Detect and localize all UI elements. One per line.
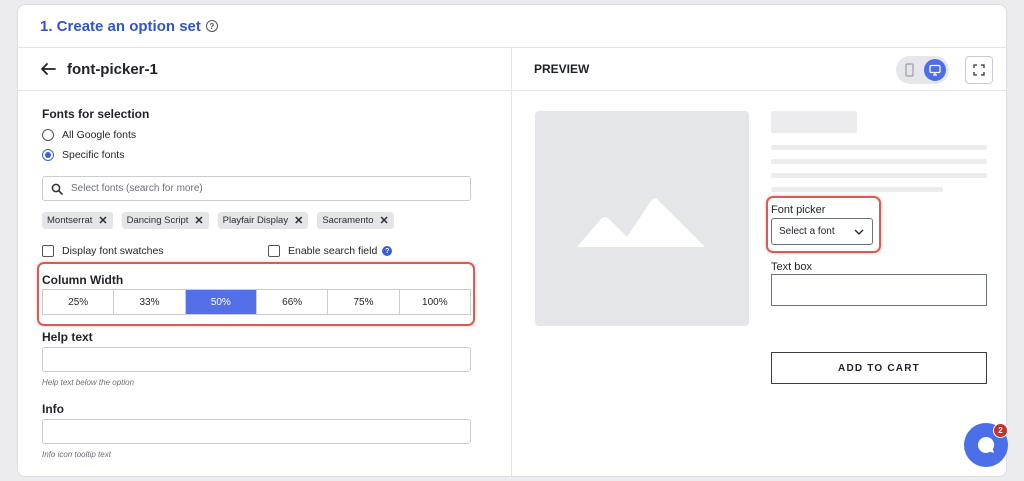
add-to-cart-button[interactable]: ADD TO CART xyxy=(771,352,987,384)
column-width-label: Column Width xyxy=(42,273,124,287)
font-chip: Playfair Display ✕ xyxy=(217,212,309,229)
info-input[interactable] xyxy=(42,419,471,444)
checkbox[interactable] xyxy=(268,245,280,257)
preview-title: PREVIEW xyxy=(534,62,590,76)
display-swatches-checkbox[interactable]: Display font swatches xyxy=(42,245,164,257)
help-icon[interactable]: ? xyxy=(205,20,218,32)
font-picker-label: Font picker xyxy=(771,204,826,216)
product-image-placeholder xyxy=(535,111,749,326)
preview-panel: PREVIEW Font picker Select a font Text b… xyxy=(513,48,1006,476)
device-toggle xyxy=(896,56,949,84)
card-header: 1. Create an option set ? xyxy=(18,5,1006,48)
field-name: font-picker-1 xyxy=(67,60,158,78)
remove-chip-icon[interactable]: ✕ xyxy=(194,214,203,227)
fullscreen-button[interactable] xyxy=(965,56,993,84)
font-search-input[interactable]: Select fonts (search for more) xyxy=(42,176,471,201)
chat-bubble-icon xyxy=(977,436,995,453)
help-text-hint: Help text below the option xyxy=(42,378,135,387)
font-chip: Dancing Script ✕ xyxy=(121,212,209,229)
desktop-icon xyxy=(929,64,941,76)
radio-label: All Google fonts xyxy=(62,129,137,141)
column-width-option[interactable]: 100% xyxy=(400,290,470,314)
text-box-label: Text box xyxy=(771,261,812,273)
expand-icon xyxy=(973,64,985,76)
skeleton-title xyxy=(771,111,857,133)
column-width-option[interactable]: 75% xyxy=(328,290,400,314)
mobile-icon[interactable] xyxy=(905,63,914,77)
checkbox-label: Enable search field xyxy=(288,245,378,257)
font-chip: Montserrat ✕ xyxy=(42,212,113,229)
info-hint: Info icon tooltip text xyxy=(42,450,111,459)
remove-chip-icon[interactable]: ✕ xyxy=(98,214,107,227)
column-width-option[interactable]: 33% xyxy=(114,290,186,314)
skeleton-line xyxy=(771,173,987,178)
font-select-value: Select a font xyxy=(779,226,835,237)
checkbox[interactable] xyxy=(42,245,54,257)
column-width-option-selected[interactable]: 50% xyxy=(185,290,257,314)
editor-panel: font-picker-1 Fonts for selection All Go… xyxy=(18,48,512,476)
back-arrow-icon[interactable] xyxy=(39,60,57,78)
skeleton-line xyxy=(771,145,987,150)
chip-label: Montserrat xyxy=(47,215,93,226)
radio-button[interactable] xyxy=(42,129,54,141)
radio-specific-fonts[interactable]: Specific fonts xyxy=(42,149,124,161)
radio-button-checked[interactable] xyxy=(42,149,54,161)
chip-label: Sacramento xyxy=(322,215,374,226)
column-width-selector: 25% 33% 50% 66% 75% 100% xyxy=(42,289,471,315)
help-text-input[interactable] xyxy=(42,347,471,372)
card-title: 1. Create an option set xyxy=(40,17,201,35)
desktop-button[interactable] xyxy=(924,59,946,81)
radio-all-google-fonts[interactable]: All Google fonts xyxy=(42,129,136,141)
skeleton-line xyxy=(771,159,987,164)
help-text-label: Help text xyxy=(42,330,93,344)
chevron-down-icon xyxy=(854,229,864,235)
info-label: Info xyxy=(42,402,64,416)
radio-label: Specific fonts xyxy=(62,149,125,161)
checkbox-label: Display font swatches xyxy=(62,245,164,257)
remove-chip-icon[interactable]: ✕ xyxy=(294,214,303,227)
search-placeholder: Select fonts (search for more) xyxy=(71,183,203,194)
remove-chip-icon[interactable]: ✕ xyxy=(380,214,389,227)
column-width-option[interactable]: 25% xyxy=(43,290,115,314)
skeleton-line xyxy=(771,187,943,192)
option-set-card: 1. Create an option set ? font-picker-1 … xyxy=(17,4,1007,477)
text-box-input[interactable] xyxy=(771,274,987,306)
info-icon[interactable]: ? xyxy=(382,246,393,256)
search-icon xyxy=(51,183,63,195)
fonts-section-label: Fonts for selection xyxy=(42,107,150,121)
selected-font-chips: Montserrat ✕ Dancing Script ✕ Playfair D… xyxy=(42,212,403,229)
chat-notification-badge: 2 xyxy=(993,423,1008,438)
column-width-option[interactable]: 66% xyxy=(257,290,329,314)
font-select-dropdown[interactable]: Select a font xyxy=(771,218,873,245)
enable-search-checkbox[interactable]: Enable search field ? xyxy=(268,245,393,257)
mountain-image-icon xyxy=(577,197,705,247)
editor-header: font-picker-1 xyxy=(18,48,511,91)
font-chip: Sacramento ✕ xyxy=(317,212,394,229)
chip-label: Playfair Display xyxy=(222,215,289,226)
chip-label: Dancing Script xyxy=(126,215,189,226)
